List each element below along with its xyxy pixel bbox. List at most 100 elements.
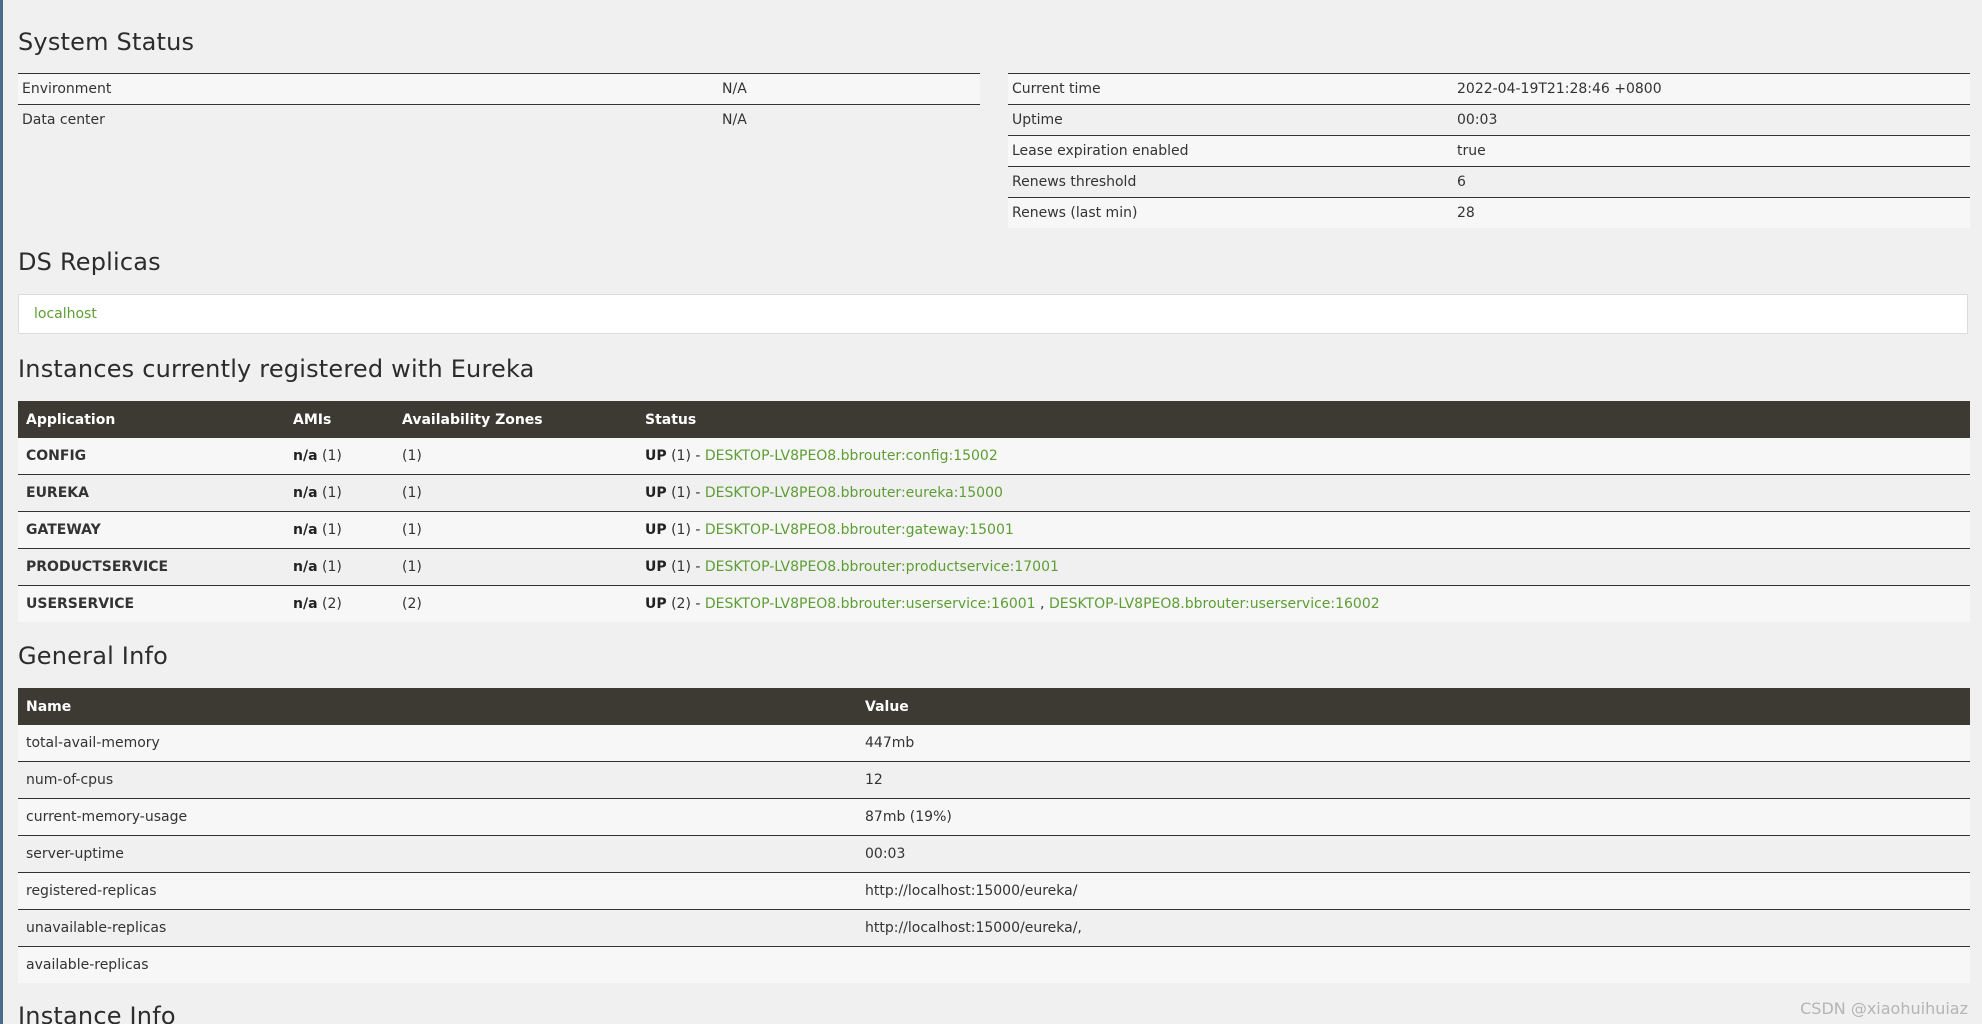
system-status-heading: System Status bbox=[18, 28, 195, 56]
status-row-renews-last-min: Renews (last min) 28 bbox=[1008, 197, 1970, 228]
instance-amis: n/a (1) bbox=[285, 474, 394, 512]
watermark: CSDN @xiaohuihuiaz bbox=[1800, 999, 1968, 1018]
info-row-unavailable-replicas: unavailable-replicas http://localhost:15… bbox=[18, 909, 1970, 947]
status-count: (2) - bbox=[671, 596, 701, 612]
status-up: UP bbox=[645, 448, 667, 464]
status-row-environment: Environment N/A bbox=[18, 73, 980, 105]
status-value: true bbox=[1453, 135, 1970, 167]
system-status-left-table: Environment N/A Data center N/A bbox=[18, 73, 980, 135]
instance-zones: (2) bbox=[394, 585, 637, 622]
instance-link[interactable]: DESKTOP-LV8PEO8.bbrouter:gateway:15001 bbox=[705, 522, 1014, 538]
status-label: Lease expiration enabled bbox=[1008, 135, 1453, 167]
column-header-name: Name bbox=[18, 688, 857, 725]
general-info-heading: General Info bbox=[18, 642, 169, 670]
column-header-availability-zones: Availability Zones bbox=[394, 401, 637, 438]
instance-row-userservice: USERSERVICE n/a (2) (2) UP (2) - DESKTOP… bbox=[18, 585, 1970, 622]
instance-app: GATEWAY bbox=[18, 511, 285, 549]
info-name: current-memory-usage bbox=[18, 798, 857, 836]
ami-count: (1) bbox=[321, 559, 342, 575]
ami-count: (1) bbox=[321, 522, 342, 538]
status-value: 00:03 bbox=[1453, 104, 1970, 136]
status-up: UP bbox=[645, 559, 667, 575]
ami-count: (1) bbox=[321, 448, 342, 464]
info-value: 00:03 bbox=[857, 835, 1970, 873]
general-info-header-row: Name Value bbox=[18, 688, 1970, 725]
instance-row-gateway: GATEWAY n/a (1) (1) UP (1) - DESKTOP-LV8… bbox=[18, 511, 1970, 549]
column-header-amis: AMIs bbox=[285, 401, 394, 438]
status-count: (1) - bbox=[671, 448, 701, 464]
general-info-table: Name Value total-avail-memory 447mb num-… bbox=[18, 688, 1970, 983]
info-name: num-of-cpus bbox=[18, 761, 857, 799]
status-row-renews-threshold: Renews threshold 6 bbox=[1008, 166, 1970, 198]
instance-status: UP (1) - DESKTOP-LV8PEO8.bbrouter:config… bbox=[637, 438, 1970, 475]
status-row-lease-expiration: Lease expiration enabled true bbox=[1008, 135, 1970, 167]
instance-info-heading: Instance Info bbox=[18, 1002, 176, 1024]
instance-zones: (1) bbox=[394, 548, 637, 586]
instance-app: CONFIG bbox=[18, 438, 285, 475]
status-row-current-time: Current time 2022-04-19T21:28:46 +0800 bbox=[1008, 73, 1970, 105]
instance-link[interactable]: DESKTOP-LV8PEO8.bbrouter:userservice:160… bbox=[705, 596, 1036, 612]
eureka-dashboard: System Status Environment N/A Data cente… bbox=[0, 0, 1982, 1024]
instance-app: EUREKA bbox=[18, 474, 285, 512]
instance-amis: n/a (2) bbox=[285, 585, 394, 622]
status-value: N/A bbox=[718, 73, 980, 105]
status-label: Current time bbox=[1008, 73, 1453, 105]
column-header-application: Application bbox=[18, 401, 285, 438]
info-value: 87mb (19%) bbox=[857, 798, 1970, 836]
status-row-data-center: Data center N/A bbox=[18, 104, 980, 135]
info-row-registered-replicas: registered-replicas http://localhost:150… bbox=[18, 872, 1970, 910]
ami-count: (2) bbox=[321, 596, 342, 612]
info-row-total-avail-memory: total-avail-memory 447mb bbox=[18, 725, 1970, 762]
ami-na: n/a bbox=[293, 559, 318, 575]
info-name: server-uptime bbox=[18, 835, 857, 873]
ds-replicas-heading: DS Replicas bbox=[18, 248, 161, 276]
column-header-value: Value bbox=[857, 688, 1970, 725]
instance-link[interactable]: DESKTOP-LV8PEO8.bbrouter:eureka:15000 bbox=[705, 485, 1003, 501]
ami-na: n/a bbox=[293, 448, 318, 464]
instance-status: UP (1) - DESKTOP-LV8PEO8.bbrouter:eureka… bbox=[637, 474, 1970, 512]
instance-zones: (1) bbox=[394, 511, 637, 549]
status-up: UP bbox=[645, 485, 667, 501]
instance-link[interactable]: DESKTOP-LV8PEO8.bbrouter:config:15002 bbox=[705, 448, 998, 464]
system-status-right-table: Current time 2022-04-19T21:28:46 +0800 U… bbox=[1008, 73, 1970, 228]
instance-zones: (1) bbox=[394, 438, 637, 475]
status-value: 2022-04-19T21:28:46 +0800 bbox=[1453, 73, 1970, 105]
info-value: 447mb bbox=[857, 725, 1970, 762]
status-row-uptime: Uptime 00:03 bbox=[1008, 104, 1970, 136]
info-name: total-avail-memory bbox=[18, 725, 857, 762]
ami-na: n/a bbox=[293, 596, 318, 612]
instance-link[interactable]: DESKTOP-LV8PEO8.bbrouter:productservice:… bbox=[705, 559, 1059, 575]
instances-header-row: Application AMIs Availability Zones Stat… bbox=[18, 401, 1970, 438]
link-separator: , bbox=[1040, 596, 1045, 612]
ami-na: n/a bbox=[293, 522, 318, 538]
status-value: 6 bbox=[1453, 166, 1970, 198]
status-value: N/A bbox=[718, 104, 980, 135]
status-up: UP bbox=[645, 596, 667, 612]
instance-status: UP (1) - DESKTOP-LV8PEO8.bbrouter:produc… bbox=[637, 548, 1970, 586]
status-label: Uptime bbox=[1008, 104, 1453, 136]
instance-amis: n/a (1) bbox=[285, 438, 394, 475]
status-label: Renews (last min) bbox=[1008, 197, 1453, 228]
ami-na: n/a bbox=[293, 485, 318, 501]
replica-link-localhost[interactable]: localhost bbox=[34, 306, 97, 322]
instance-link[interactable]: DESKTOP-LV8PEO8.bbrouter:userservice:160… bbox=[1049, 596, 1380, 612]
status-value: 28 bbox=[1453, 197, 1970, 228]
ds-replicas-list: localhost bbox=[18, 294, 1968, 334]
info-value: 12 bbox=[857, 761, 1970, 799]
status-label: Renews threshold bbox=[1008, 166, 1453, 198]
instances-heading: Instances currently registered with Eure… bbox=[18, 355, 535, 383]
instance-status: UP (2) - DESKTOP-LV8PEO8.bbrouter:userse… bbox=[637, 585, 1970, 622]
instance-row-config: CONFIG n/a (1) (1) UP (1) - DESKTOP-LV8P… bbox=[18, 438, 1970, 475]
info-name: unavailable-replicas bbox=[18, 909, 857, 947]
instance-app: PRODUCTSERVICE bbox=[18, 548, 285, 586]
info-value: http://localhost:15000/eureka/ bbox=[857, 872, 1970, 910]
status-up: UP bbox=[645, 522, 667, 538]
info-row-server-uptime: server-uptime 00:03 bbox=[18, 835, 1970, 873]
status-label: Environment bbox=[18, 73, 718, 105]
instances-table: Application AMIs Availability Zones Stat… bbox=[18, 401, 1970, 622]
info-name: registered-replicas bbox=[18, 872, 857, 910]
info-row-current-memory-usage: current-memory-usage 87mb (19%) bbox=[18, 798, 1970, 836]
instance-row-productservice: PRODUCTSERVICE n/a (1) (1) UP (1) - DESK… bbox=[18, 548, 1970, 586]
column-header-status: Status bbox=[637, 401, 1970, 438]
info-value bbox=[857, 946, 1970, 983]
